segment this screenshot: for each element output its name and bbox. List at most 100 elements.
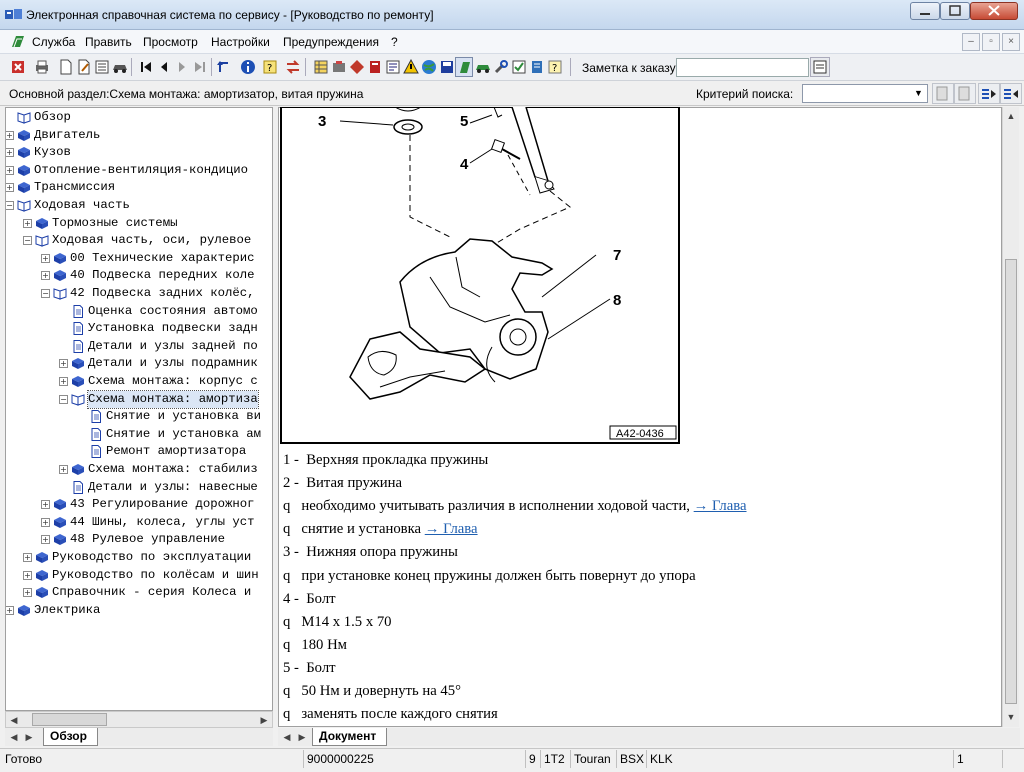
collapse-icon[interactable]: − xyxy=(41,289,50,298)
menu-service[interactable]: Служба xyxy=(32,35,75,49)
expand-icon[interactable]: + xyxy=(6,165,14,175)
globe-button[interactable] xyxy=(419,57,437,77)
expand-icon[interactable]: + xyxy=(41,253,50,263)
tree-item[interactable]: Оценка состояния автомо xyxy=(6,303,272,320)
maximize-button[interactable] xyxy=(940,2,970,20)
tree-item[interactable]: +00 Технические характерис xyxy=(6,250,272,267)
tree-item[interactable]: + Двигатель xyxy=(6,127,272,144)
tree-item[interactable]: + Кузов xyxy=(6,144,272,161)
document-list-button[interactable] xyxy=(92,57,110,77)
expand-icon[interactable]: + xyxy=(41,500,50,510)
tree-item[interactable]: +48 Рулевое управление xyxy=(6,531,272,548)
expand-icon[interactable]: + xyxy=(23,588,32,598)
mdi-close-button[interactable]: × xyxy=(1002,33,1020,51)
scroll-down-icon[interactable]: ▼ xyxy=(1005,710,1017,724)
print-button[interactable] xyxy=(32,57,50,77)
tool-3-button[interactable] xyxy=(347,57,365,77)
tab-prev-icon[interactable]: ◀ xyxy=(8,730,20,744)
tree-item[interactable]: Ремонт амортизатора xyxy=(6,443,272,460)
expand-icon[interactable]: + xyxy=(41,271,50,281)
tree-item[interactable]: + Детали и узлы подрамник xyxy=(6,355,272,372)
scroll-thumb[interactable] xyxy=(32,713,107,726)
tool-1-button[interactable] xyxy=(311,57,329,77)
previous-page-button[interactable] xyxy=(154,57,172,77)
expand-icon[interactable]: + xyxy=(23,218,32,228)
collapse-button[interactable] xyxy=(1000,83,1022,104)
expand-icon[interactable]: + xyxy=(23,553,32,562)
chapter-link[interactable]: → Глава xyxy=(425,521,478,537)
tool-10-button[interactable]: ? xyxy=(545,57,563,77)
collapse-icon[interactable]: − xyxy=(6,201,14,210)
tree-item[interactable]: + Тормозные системы xyxy=(6,215,272,232)
tree-item[interactable]: − 42 Подвеска задних колёс, xyxy=(6,285,272,302)
service-active-button[interactable] xyxy=(455,57,473,77)
new-document-button[interactable] xyxy=(56,57,74,77)
tree-item[interactable]: Установка подвески задн xyxy=(6,320,272,337)
scroll-left-icon[interactable]: ◀ xyxy=(8,713,20,727)
next-page-button[interactable] xyxy=(172,57,190,77)
info-button[interactable] xyxy=(238,57,256,77)
tree-item[interactable]: +40 Подвеска передних коле xyxy=(6,267,272,284)
tree-item[interactable]: + Электрика xyxy=(6,602,272,619)
tool-9-button[interactable] xyxy=(527,57,545,77)
menu-view[interactable]: Просмотр xyxy=(143,35,198,49)
tree-horizontal-scrollbar[interactable]: ◀ ▶ xyxy=(5,711,273,728)
vehicle-button[interactable] xyxy=(110,57,128,77)
expand-icon[interactable]: + xyxy=(41,517,50,527)
tool-2-button[interactable] xyxy=(329,57,347,77)
last-page-button[interactable] xyxy=(190,57,208,77)
tab-overview[interactable]: Обзор xyxy=(43,728,98,746)
switch-button[interactable] xyxy=(283,57,301,77)
menu-settings[interactable]: Настройки xyxy=(211,35,270,49)
warning-button[interactable] xyxy=(401,57,419,77)
collapse-icon[interactable]: − xyxy=(23,236,32,246)
close-button[interactable] xyxy=(970,2,1018,20)
order-note-button[interactable] xyxy=(810,57,830,77)
expand-icon[interactable]: + xyxy=(59,359,68,369)
tree-item[interactable]: − Схема монтажа: амортиза xyxy=(6,389,272,409)
expand-icon[interactable]: + xyxy=(6,605,14,615)
tree-item[interactable]: Обзор xyxy=(6,109,272,126)
tool-4-button[interactable] xyxy=(365,57,383,77)
chapter-link[interactable]: → Глава xyxy=(694,498,747,514)
tree-item[interactable]: +43 Регулирование дорожног xyxy=(6,496,272,513)
tree-item[interactable]: − Ходовая часть, оси, рулевое xyxy=(6,232,272,249)
search-next-button[interactable] xyxy=(954,83,976,104)
up-level-button[interactable] xyxy=(214,57,232,77)
tab-next-icon[interactable]: ▶ xyxy=(23,730,35,744)
menu-edit[interactable]: Править xyxy=(85,35,132,49)
chevron-down-icon[interactable]: ▼ xyxy=(911,86,926,101)
expand-icon[interactable]: + xyxy=(23,570,32,580)
tool-7-button[interactable] xyxy=(491,57,509,77)
expand-icon[interactable]: + xyxy=(59,377,68,386)
search-button[interactable] xyxy=(932,83,954,104)
expand-icon[interactable]: + xyxy=(59,465,68,474)
expand-icon[interactable]: + xyxy=(6,130,14,140)
tree-item[interactable]: + Схема монтажа: стабилиз xyxy=(6,461,272,478)
tab-next-icon[interactable]: ▶ xyxy=(296,730,308,744)
tool-5-button[interactable] xyxy=(383,57,401,77)
expand-icon[interactable]: + xyxy=(6,183,14,193)
scroll-right-icon[interactable]: ▶ xyxy=(258,713,270,727)
edit-document-button[interactable] xyxy=(74,57,92,77)
mdi-restore-button[interactable]: ▫ xyxy=(982,33,1000,51)
expand-icon[interactable]: + xyxy=(6,148,14,158)
resize-grip[interactable] xyxy=(1002,750,1024,768)
tab-document[interactable]: Документ xyxy=(312,728,388,746)
tree-item[interactable]: Детали и узлы: навесные xyxy=(6,479,272,496)
tree-item[interactable]: + Руководство по колёсам и шин xyxy=(6,567,272,584)
tree-item[interactable]: − Ходовая часть xyxy=(6,197,272,214)
tree-item[interactable]: + Справочник - серия Колеса и xyxy=(6,584,272,601)
tree-item[interactable]: + Трансмиссия xyxy=(6,179,272,196)
collapse-icon[interactable]: − xyxy=(59,394,68,404)
minimize-button[interactable] xyxy=(910,2,940,20)
tree-item[interactable]: Детали и узлы задней по xyxy=(6,338,272,355)
tree-item[interactable]: + Руководство по эксплуатации xyxy=(6,549,272,566)
tree-item[interactable]: +44 Шины, колеса, углы уст xyxy=(6,514,272,531)
menu-warnings[interactable]: Предупреждения xyxy=(283,35,379,49)
document-vertical-scrollbar[interactable]: ▲ ▼ xyxy=(1002,107,1019,727)
tool-8-button[interactable] xyxy=(509,57,527,77)
expand-button[interactable] xyxy=(978,83,1000,104)
tree-item[interactable]: + Схема монтажа: корпус с xyxy=(6,373,272,390)
tool-6-button[interactable] xyxy=(473,57,491,77)
